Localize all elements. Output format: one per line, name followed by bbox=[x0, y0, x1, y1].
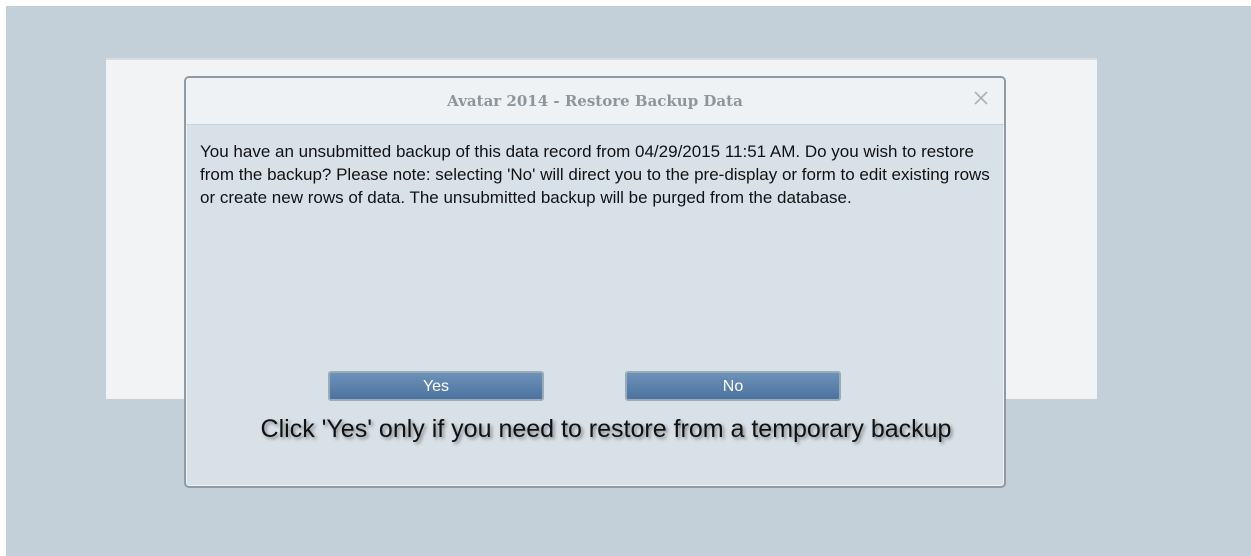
close-icon[interactable] bbox=[972, 89, 990, 107]
yes-button[interactable]: Yes bbox=[328, 371, 544, 401]
dialog-message: You have an unsubmitted backup of this d… bbox=[200, 142, 990, 207]
restore-backup-dialog: Avatar 2014 - Restore Backup Data You ha… bbox=[184, 76, 1006, 488]
dialog-title: Avatar 2014 - Restore Backup Data bbox=[447, 92, 743, 110]
dialog-title-bar[interactable]: Avatar 2014 - Restore Backup Data bbox=[186, 78, 1004, 125]
instruction-annotation: Click 'Yes' only if you need to restore … bbox=[260, 415, 952, 443]
no-button[interactable]: No bbox=[625, 371, 841, 401]
